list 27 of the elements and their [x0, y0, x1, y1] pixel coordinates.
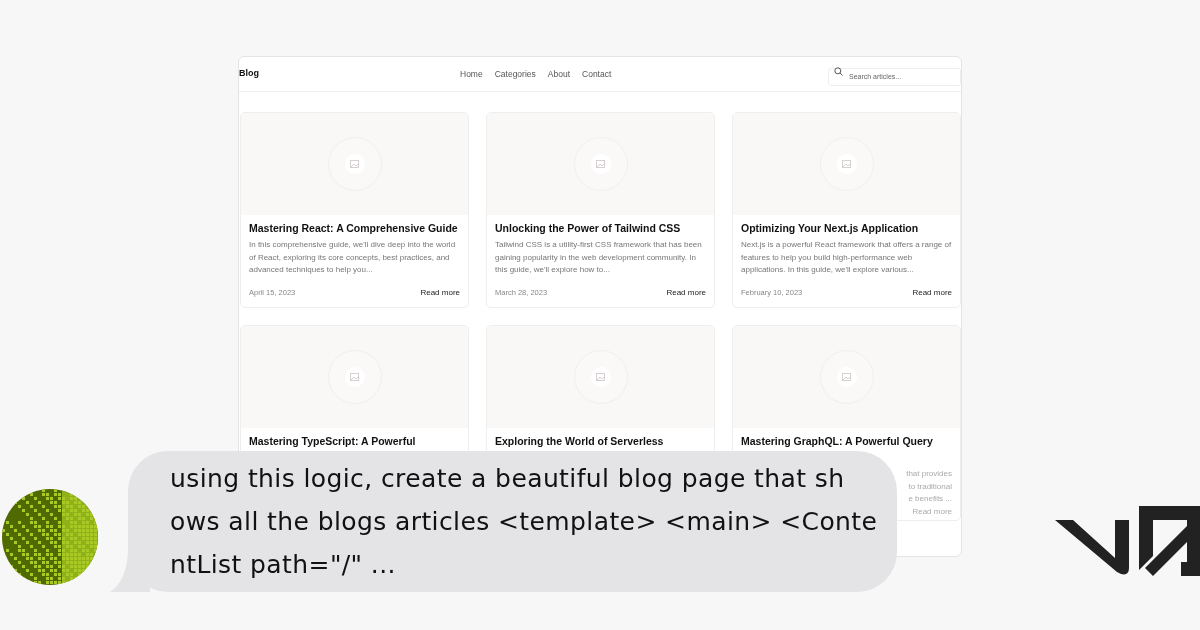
- image-icon: [842, 160, 851, 168]
- article-title: Mastering GraphQL: A Powerful Query: [741, 434, 934, 448]
- article-title: Optimizing Your Next.js Application: [741, 221, 920, 235]
- image-icon: [842, 373, 851, 381]
- image-icon: [350, 160, 359, 168]
- nav-link[interactable]: Categories: [494, 67, 536, 81]
- article-excerpt: Next.js is a powerful React framework that offers a range of features to help you build high-performance web applications. In this guide, we'll explore various...: [741, 239, 953, 276]
- image-icon: [596, 160, 605, 168]
- article-title: Exploring the World of Serverless: [495, 434, 665, 448]
- article-title: Unlocking the Power of Tailwind CSS: [495, 221, 682, 235]
- article-excerpt: In this comprehensive guide, we'll dive deep into the world of React, exploring its core concepts, best practices, and advanced techniques to help you...: [249, 239, 457, 276]
- nav-link[interactable]: Home: [460, 67, 483, 81]
- brand-title: Blog: [239, 67, 259, 81]
- article-excerpt: Tailwind CSS is a utility-first CSS framework that has been gaining popularity in the web development community. In this guide, we'll explore how to...: [495, 239, 703, 276]
- nav-link[interactable]: About: [547, 67, 570, 81]
- logo-icon: [1055, 506, 1200, 576]
- image-icon: [596, 373, 605, 381]
- read-more-link[interactable]: Read more: [420, 287, 460, 299]
- nav-link[interactable]: Contact: [582, 67, 612, 81]
- article-title: Mastering TypeScript: A Powerful: [249, 434, 417, 448]
- read-more-link[interactable]: Read more: [666, 287, 706, 299]
- article-title: Mastering React: A Comprehensive Guide: [249, 221, 459, 235]
- search-icon: [834, 66, 843, 76]
- image-icon: [350, 373, 359, 381]
- message-text: using this logic, create a beautiful blog page that sh ows all the blogs articles <template> <main> <Conte ntList path="/" ...: [170, 463, 879, 581]
- article-excerpt: that provides to traditional e benefits ...: [906, 468, 952, 505]
- read-more-link[interactable]: Read more: [912, 287, 952, 299]
